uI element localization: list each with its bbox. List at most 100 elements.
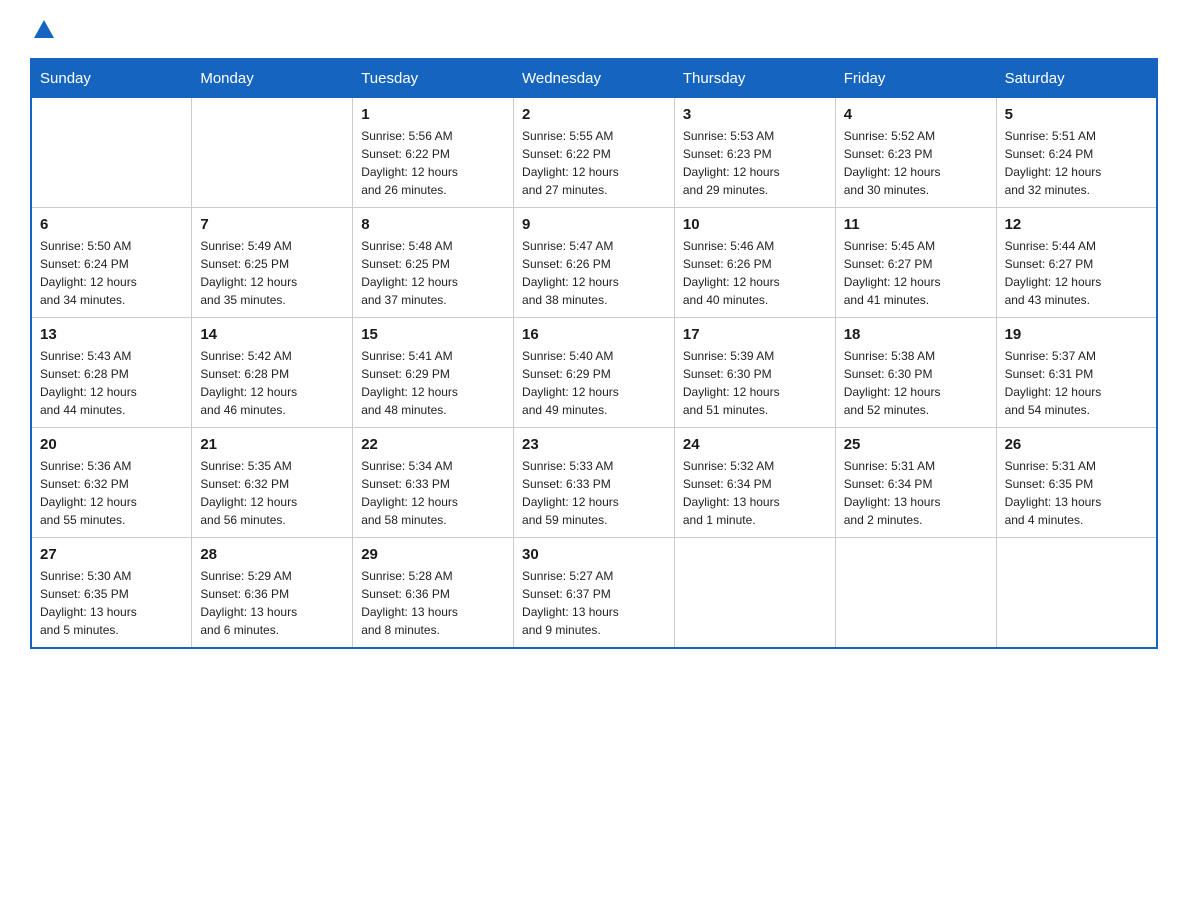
week-row-4: 20 Sunrise: 5:36 AM Sunset: 6:32 PM Dayli… xyxy=(31,428,1157,538)
day-number: 19 xyxy=(1005,326,1148,343)
weekday-header-tuesday: Tuesday xyxy=(353,59,514,98)
day-info: Sunrise: 5:31 AM Sunset: 6:35 PM Dayligh… xyxy=(1005,457,1148,529)
day-number: 24 xyxy=(683,436,827,453)
day-number: 20 xyxy=(40,436,183,453)
calendar-cell: 8 Sunrise: 5:48 AM Sunset: 6:25 PM Daylig… xyxy=(353,208,514,318)
calendar-table: SundayMondayTuesdayWednesdayThursdayFrid… xyxy=(30,58,1158,649)
calendar-cell: 6 Sunrise: 5:50 AM Sunset: 6:24 PM Daylig… xyxy=(31,208,192,318)
day-info: Sunrise: 5:55 AM Sunset: 6:22 PM Dayligh… xyxy=(522,127,666,199)
day-info: Sunrise: 5:45 AM Sunset: 6:27 PM Dayligh… xyxy=(844,237,988,309)
day-number: 6 xyxy=(40,216,183,233)
day-info: Sunrise: 5:29 AM Sunset: 6:36 PM Dayligh… xyxy=(200,567,344,639)
weekday-header-wednesday: Wednesday xyxy=(514,59,675,98)
day-number: 18 xyxy=(844,326,988,343)
day-number: 26 xyxy=(1005,436,1148,453)
weekday-header-thursday: Thursday xyxy=(674,59,835,98)
day-number: 17 xyxy=(683,326,827,343)
calendar-cell: 18Sunrise: 5:38 AM Sunset: 6:30 PM Dayli… xyxy=(835,318,996,428)
day-number: 2 xyxy=(522,106,666,123)
calendar-cell: 9 Sunrise: 5:47 AM Sunset: 6:26 PM Daylig… xyxy=(514,208,675,318)
day-info: Sunrise: 5:40 AM Sunset: 6:29 PM Dayligh… xyxy=(522,347,666,419)
day-number: 27 xyxy=(40,546,183,563)
day-number: 8 xyxy=(361,216,505,233)
calendar-header: SundayMondayTuesdayWednesdayThursdayFrid… xyxy=(31,59,1157,98)
day-number: 12 xyxy=(1005,216,1148,233)
page-header xyxy=(30,20,1158,38)
day-number: 16 xyxy=(522,326,666,343)
calendar-cell: 4 Sunrise: 5:52 AM Sunset: 6:23 PM Daylig… xyxy=(835,98,996,208)
day-info: Sunrise: 5:41 AM Sunset: 6:29 PM Dayligh… xyxy=(361,347,505,419)
day-number: 22 xyxy=(361,436,505,453)
calendar-cell: 5 Sunrise: 5:51 AM Sunset: 6:24 PM Daylig… xyxy=(996,98,1157,208)
week-row-5: 27 Sunrise: 5:30 AM Sunset: 6:35 PM Dayli… xyxy=(31,538,1157,649)
calendar-cell: 25Sunrise: 5:31 AM Sunset: 6:34 PM Dayli… xyxy=(835,428,996,538)
day-info: Sunrise: 5:49 AM Sunset: 6:25 PM Dayligh… xyxy=(200,237,344,309)
calendar-cell: 11 Sunrise: 5:45 AM Sunset: 6:27 PM Dayli… xyxy=(835,208,996,318)
day-number: 10 xyxy=(683,216,827,233)
day-number: 3 xyxy=(683,106,827,123)
calendar-cell: 23 Sunrise: 5:33 AM Sunset: 6:33 PM Dayli… xyxy=(514,428,675,538)
day-info: Sunrise: 5:47 AM Sunset: 6:26 PM Dayligh… xyxy=(522,237,666,309)
calendar-cell: 16 Sunrise: 5:40 AM Sunset: 6:29 PM Dayli… xyxy=(514,318,675,428)
day-info: Sunrise: 5:52 AM Sunset: 6:23 PM Dayligh… xyxy=(844,127,988,199)
day-number: 11 xyxy=(844,216,988,233)
calendar-cell: 20 Sunrise: 5:36 AM Sunset: 6:32 PM Dayli… xyxy=(31,428,192,538)
day-info: Sunrise: 5:35 AM Sunset: 6:32 PM Dayligh… xyxy=(200,457,344,529)
week-row-2: 6 Sunrise: 5:50 AM Sunset: 6:24 PM Daylig… xyxy=(31,208,1157,318)
day-info: Sunrise: 5:28 AM Sunset: 6:36 PM Dayligh… xyxy=(361,567,505,639)
day-info: Sunrise: 5:51 AM Sunset: 6:24 PM Dayligh… xyxy=(1005,127,1148,199)
day-info: Sunrise: 5:56 AM Sunset: 6:22 PM Dayligh… xyxy=(361,127,505,199)
day-info: Sunrise: 5:50 AM Sunset: 6:24 PM Dayligh… xyxy=(40,237,183,309)
day-info: Sunrise: 5:46 AM Sunset: 6:26 PM Dayligh… xyxy=(683,237,827,309)
calendar-cell: 17 Sunrise: 5:39 AM Sunset: 6:30 PM Dayli… xyxy=(674,318,835,428)
calendar-body: 1 Sunrise: 5:56 AM Sunset: 6:22 PM Daylig… xyxy=(31,98,1157,649)
calendar-cell xyxy=(835,538,996,649)
calendar-cell: 15 Sunrise: 5:41 AM Sunset: 6:29 PM Dayli… xyxy=(353,318,514,428)
calendar-cell: 7Sunrise: 5:49 AM Sunset: 6:25 PM Daylig… xyxy=(192,208,353,318)
calendar-cell: 2 Sunrise: 5:55 AM Sunset: 6:22 PM Daylig… xyxy=(514,98,675,208)
calendar-cell: 26 Sunrise: 5:31 AM Sunset: 6:35 PM Dayli… xyxy=(996,428,1157,538)
weekday-header-row: SundayMondayTuesdayWednesdayThursdayFrid… xyxy=(31,59,1157,98)
day-number: 5 xyxy=(1005,106,1148,123)
day-number: 9 xyxy=(522,216,666,233)
day-info: Sunrise: 5:48 AM Sunset: 6:25 PM Dayligh… xyxy=(361,237,505,309)
calendar-cell: 1 Sunrise: 5:56 AM Sunset: 6:22 PM Daylig… xyxy=(353,98,514,208)
calendar-cell: 28 Sunrise: 5:29 AM Sunset: 6:36 PM Dayli… xyxy=(192,538,353,649)
day-info: Sunrise: 5:32 AM Sunset: 6:34 PM Dayligh… xyxy=(683,457,827,529)
day-info: Sunrise: 5:36 AM Sunset: 6:32 PM Dayligh… xyxy=(40,457,183,529)
day-number: 28 xyxy=(200,546,344,563)
day-number: 21 xyxy=(200,436,344,453)
calendar-cell: 14 Sunrise: 5:42 AM Sunset: 6:28 PM Dayli… xyxy=(192,318,353,428)
logo-triangle-icon xyxy=(34,20,54,38)
day-number: 4 xyxy=(844,106,988,123)
day-number: 30 xyxy=(522,546,666,563)
week-row-1: 1 Sunrise: 5:56 AM Sunset: 6:22 PM Daylig… xyxy=(31,98,1157,208)
day-number: 1 xyxy=(361,106,505,123)
calendar-cell xyxy=(674,538,835,649)
day-number: 14 xyxy=(200,326,344,343)
calendar-cell: 19Sunrise: 5:37 AM Sunset: 6:31 PM Dayli… xyxy=(996,318,1157,428)
day-info: Sunrise: 5:53 AM Sunset: 6:23 PM Dayligh… xyxy=(683,127,827,199)
week-row-3: 13 Sunrise: 5:43 AM Sunset: 6:28 PM Dayli… xyxy=(31,318,1157,428)
day-info: Sunrise: 5:42 AM Sunset: 6:28 PM Dayligh… xyxy=(200,347,344,419)
day-info: Sunrise: 5:33 AM Sunset: 6:33 PM Dayligh… xyxy=(522,457,666,529)
calendar-cell: 22 Sunrise: 5:34 AM Sunset: 6:33 PM Dayli… xyxy=(353,428,514,538)
logo xyxy=(30,20,58,38)
day-info: Sunrise: 5:27 AM Sunset: 6:37 PM Dayligh… xyxy=(522,567,666,639)
calendar-cell xyxy=(31,98,192,208)
calendar-cell: 12Sunrise: 5:44 AM Sunset: 6:27 PM Dayli… xyxy=(996,208,1157,318)
weekday-header-sunday: Sunday xyxy=(31,59,192,98)
day-number: 13 xyxy=(40,326,183,343)
calendar-cell xyxy=(192,98,353,208)
day-info: Sunrise: 5:30 AM Sunset: 6:35 PM Dayligh… xyxy=(40,567,183,639)
day-info: Sunrise: 5:34 AM Sunset: 6:33 PM Dayligh… xyxy=(361,457,505,529)
weekday-header-monday: Monday xyxy=(192,59,353,98)
day-info: Sunrise: 5:39 AM Sunset: 6:30 PM Dayligh… xyxy=(683,347,827,419)
weekday-header-friday: Friday xyxy=(835,59,996,98)
day-number: 25 xyxy=(844,436,988,453)
day-number: 15 xyxy=(361,326,505,343)
day-number: 29 xyxy=(361,546,505,563)
day-info: Sunrise: 5:43 AM Sunset: 6:28 PM Dayligh… xyxy=(40,347,183,419)
day-number: 23 xyxy=(522,436,666,453)
calendar-cell: 29 Sunrise: 5:28 AM Sunset: 6:36 PM Dayli… xyxy=(353,538,514,649)
